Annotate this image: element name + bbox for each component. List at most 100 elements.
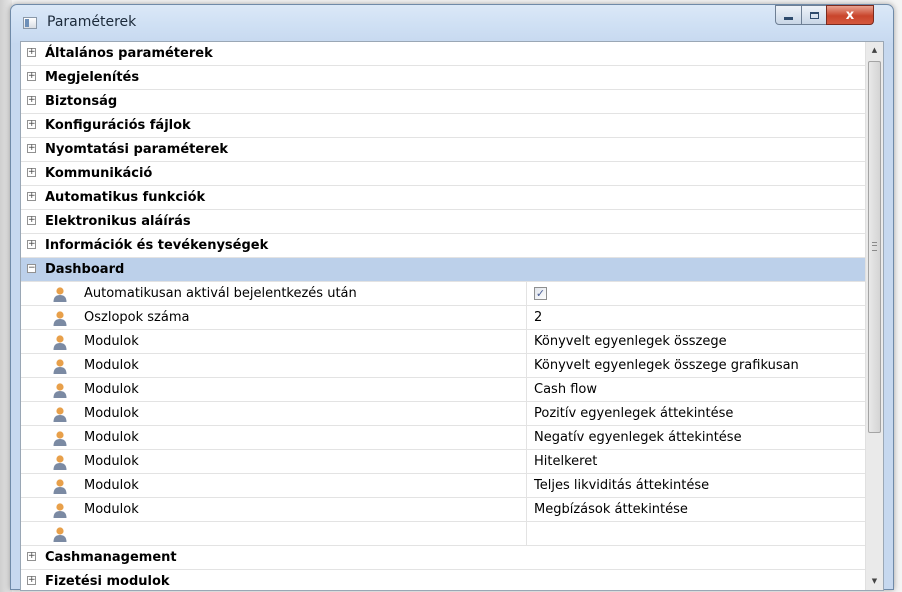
property-value[interactable]: Pozitív egyenlegek áttekintése (534, 406, 733, 421)
close-button[interactable]: x (826, 5, 874, 25)
column-divider[interactable] (526, 282, 527, 306)
expand-icon[interactable]: + (27, 144, 36, 153)
user-icon (53, 455, 67, 470)
category-payment-modules[interactable]: + Fizetési modulok (21, 570, 866, 590)
category-communication[interactable]: + Kommunikáció (21, 162, 866, 186)
user-icon (53, 479, 67, 494)
category-label: Biztonság (45, 94, 118, 109)
collapse-icon[interactable]: − (27, 264, 36, 273)
column-divider[interactable] (526, 378, 527, 402)
expand-icon[interactable]: + (27, 168, 36, 177)
category-label: Dashboard (45, 262, 125, 277)
expand-icon[interactable]: + (27, 72, 36, 81)
grip-icon (872, 242, 877, 251)
category-cashmanagement[interactable]: + Cashmanagement (21, 546, 866, 570)
minimize-button[interactable] (775, 5, 802, 25)
user-icon (53, 359, 67, 374)
property-name: Modulok (84, 358, 139, 373)
property-name: Modulok (84, 502, 139, 517)
column-divider[interactable] (526, 354, 527, 378)
property-name: Modulok (84, 334, 139, 349)
expand-icon[interactable]: + (27, 576, 36, 585)
category-general[interactable]: + Általános paraméterek (21, 42, 866, 66)
property-value[interactable]: Könyvelt egyenlegek összege (534, 334, 727, 349)
auto-activate-checkbox[interactable]: ✓ (534, 287, 547, 300)
property-value[interactable]: Könyvelt egyenlegek összege grafikusan (534, 358, 799, 373)
property-row-module[interactable]: Modulok Megbízások áttekintése (21, 498, 866, 522)
column-divider[interactable] (526, 474, 527, 498)
property-name: Modulok (84, 454, 139, 469)
category-label: Fizetési modulok (45, 574, 170, 589)
column-divider[interactable] (526, 426, 527, 450)
expand-icon[interactable]: + (27, 120, 36, 129)
property-value[interactable]: Negatív egyenlegek áttekintése (534, 430, 742, 445)
maximize-icon (809, 11, 819, 19)
property-grid: + Általános paraméterek + Megjelenítés +… (21, 42, 866, 590)
column-divider[interactable] (526, 522, 527, 546)
user-icon (53, 527, 67, 542)
title-bar[interactable]: Paraméterek x (11, 5, 893, 45)
category-display[interactable]: + Megjelenítés (21, 66, 866, 90)
property-row-columns[interactable]: Oszlopok száma 2 (21, 306, 866, 330)
property-value[interactable]: Megbízások áttekintése (534, 502, 688, 517)
user-icon (53, 311, 67, 326)
property-value[interactable]: Teljes likviditás áttekintése (534, 478, 709, 493)
expand-icon[interactable]: + (27, 216, 36, 225)
scroll-down-icon[interactable]: ▼ (866, 573, 883, 590)
category-label: Általános paraméterek (45, 46, 213, 61)
category-automatic-functions[interactable]: + Automatikus funkciók (21, 186, 866, 210)
category-security[interactable]: + Biztonság (21, 90, 866, 114)
maximize-button[interactable] (801, 5, 827, 25)
column-divider[interactable] (526, 402, 527, 426)
scrollbar-thumb[interactable] (868, 61, 881, 433)
property-name: Modulok (84, 430, 139, 445)
property-row-module[interactable]: Modulok Könyvelt egyenlegek összege graf… (21, 354, 866, 378)
user-icon (53, 335, 67, 350)
expand-icon[interactable]: + (27, 240, 36, 249)
property-row-module[interactable]: Modulok Teljes likviditás áttekintése (21, 474, 866, 498)
category-printing[interactable]: + Nyomtatási paraméterek (21, 138, 866, 162)
property-value[interactable]: Cash flow (534, 382, 597, 397)
category-label: Automatikus funkciók (45, 190, 206, 205)
column-divider[interactable] (526, 450, 527, 474)
category-label: Kommunikáció (45, 166, 153, 181)
expand-icon[interactable]: + (27, 552, 36, 561)
parameters-window: Paraméterek x + Általános paraméterek + … (10, 4, 894, 591)
category-label: Információk és tevékenységek (45, 238, 269, 253)
property-name: Modulok (84, 406, 139, 421)
user-icon (53, 287, 67, 302)
category-label: Megjelenítés (45, 70, 140, 85)
scroll-up-icon[interactable]: ▲ (866, 42, 883, 59)
column-divider[interactable] (526, 330, 527, 354)
expand-icon[interactable]: + (27, 96, 36, 105)
property-row-module[interactable]: Modulok Cash flow (21, 378, 866, 402)
window-title: Paraméterek (47, 14, 137, 30)
category-label: Konfigurációs fájlok (45, 118, 191, 133)
vertical-scrollbar[interactable]: ▲ ▼ (865, 42, 883, 590)
category-label: Cashmanagement (45, 550, 177, 565)
user-icon (53, 503, 67, 518)
expand-icon[interactable]: + (27, 48, 36, 57)
property-row-module[interactable]: Modulok Könyvelt egyenlegek összege (21, 330, 866, 354)
property-row-auto-activate[interactable]: Automatikusan aktivál bejelentkezés után… (21, 282, 866, 306)
category-info-activities[interactable]: + Információk és tevékenységek (21, 234, 866, 258)
user-icon (53, 383, 67, 398)
property-row-module[interactable]: Modulok Negatív egyenlegek áttekintése (21, 426, 866, 450)
property-row-module[interactable] (21, 522, 866, 546)
expand-icon[interactable]: + (27, 192, 36, 201)
property-value[interactable]: 2 (534, 310, 542, 325)
column-divider[interactable] (526, 306, 527, 330)
user-icon (53, 407, 67, 422)
property-value[interactable]: Hitelkeret (534, 454, 597, 469)
property-row-module[interactable]: Modulok Hitelkeret (21, 450, 866, 474)
user-icon (53, 431, 67, 446)
window-app-icon (23, 17, 37, 29)
category-electronic-signature[interactable]: + Elektronikus aláírás (21, 210, 866, 234)
property-name: Automatikusan aktivál bejelentkezés után (84, 286, 357, 301)
close-icon: x (845, 7, 855, 23)
column-divider[interactable] (526, 498, 527, 522)
category-dashboard[interactable]: − Dashboard (21, 258, 866, 282)
category-config-files[interactable]: + Konfigurációs fájlok (21, 114, 866, 138)
minimize-icon (784, 16, 793, 20)
property-row-module[interactable]: Modulok Pozitív egyenlegek áttekintése (21, 402, 866, 426)
